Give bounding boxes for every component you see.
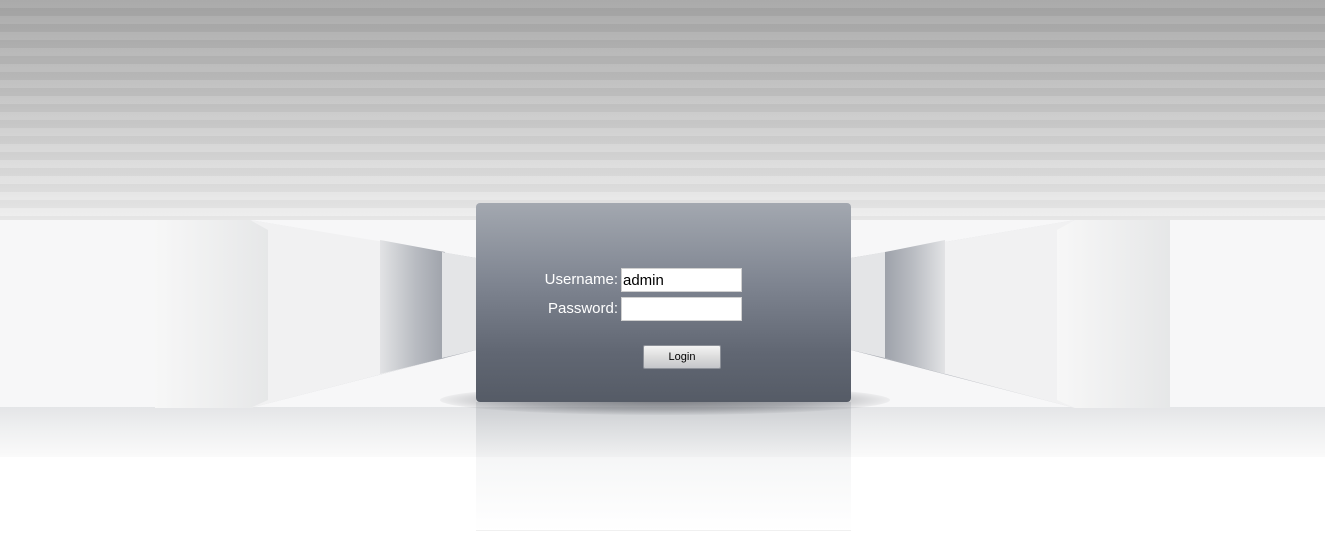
password-input[interactable] [621, 297, 742, 321]
password-label: Password: [547, 300, 618, 317]
login-panel: Username: Password: Login [476, 203, 851, 402]
login-button[interactable]: Login [643, 345, 721, 369]
username-input[interactable] [621, 268, 742, 292]
password-row: Password: [476, 297, 851, 321]
username-row: Username: [476, 268, 851, 292]
reflection-edge [476, 530, 851, 531]
login-page: Username: Password: Login [0, 0, 1325, 560]
username-label: Username: [544, 271, 618, 288]
panel-reflection [476, 402, 851, 532]
